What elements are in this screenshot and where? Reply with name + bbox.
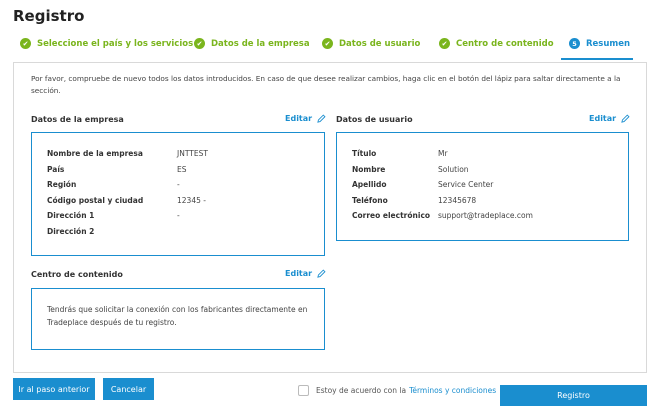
- content-center-section-title: Centro de contenido: [31, 270, 123, 279]
- edit-label: Editar: [285, 269, 313, 278]
- step-label: Datos de usuario: [339, 38, 421, 49]
- field-label: Nombre: [352, 164, 386, 174]
- edit-user-button[interactable]: Editar: [589, 114, 630, 123]
- step-label: Centro de contenido: [456, 38, 554, 49]
- step-label: Resumen: [586, 38, 631, 49]
- field-value: -: [177, 211, 180, 220]
- step-user-data[interactable]: ✔ Datos de usuario: [322, 38, 420, 49]
- edit-company-button[interactable]: Editar: [285, 114, 326, 123]
- pencil-icon: [317, 114, 326, 123]
- field-label: Región: [47, 180, 77, 189]
- field-value: Service Center: [438, 180, 494, 189]
- field-label: Título: [352, 149, 377, 158]
- field-value: 12345 -: [177, 195, 206, 205]
- field-value: support@tradeplace.com: [438, 211, 533, 220]
- page-title: Registro: [13, 7, 85, 25]
- step-content-center[interactable]: ✔ Centro de contenido: [439, 38, 554, 49]
- register-button[interactable]: Registro: [500, 385, 647, 406]
- user-values: Mr Solution Service Center 12345678 supp…: [438, 146, 533, 224]
- field-label: Correo electrónico: [352, 211, 431, 220]
- step-number-badge: 5: [569, 38, 580, 49]
- company-keys: Nombre de la empresa País Región Código …: [47, 146, 143, 239]
- check-icon: ✔: [439, 38, 450, 49]
- terms-agreement: Estoy de acuerdo con la Términos y condi…: [298, 385, 496, 396]
- user-section-title: Datos de usuario: [336, 115, 413, 124]
- check-icon: ✔: [194, 38, 205, 49]
- user-keys: Título Nombre Apellido Teléfono Correo e…: [352, 146, 430, 224]
- step-label: Datos de la empresa: [211, 38, 310, 49]
- wizard-steps: ✔ Seleccione el país y los servicios ✔ D…: [0, 38, 670, 60]
- cancel-button[interactable]: Cancelar: [103, 378, 154, 400]
- check-icon: ✔: [20, 38, 31, 49]
- field-label: País: [47, 164, 65, 174]
- terms-link[interactable]: Términos y condiciones: [409, 386, 496, 395]
- active-step-underline: [561, 58, 633, 60]
- field-value: 12345678: [438, 195, 477, 205]
- terms-checkbox[interactable]: [298, 385, 309, 396]
- edit-content-center-button[interactable]: Editar: [285, 269, 326, 278]
- content-center-note: Tendrás que solicitar la conexión con lo…: [47, 305, 308, 327]
- previous-step-button[interactable]: Ir al paso anterior: [13, 378, 95, 400]
- field-label: Apellido: [352, 180, 387, 189]
- intro-text: Por favor, compruebe de nuevo todos los …: [31, 74, 621, 95]
- company-section-title: Datos de la empresa: [31, 115, 124, 124]
- company-values: JNTTEST ES - 12345 - -: [177, 146, 208, 224]
- field-value: -: [177, 180, 180, 189]
- step-company-data[interactable]: ✔ Datos de la empresa: [194, 38, 310, 49]
- check-icon: ✔: [322, 38, 333, 49]
- field-label: Dirección 2: [47, 226, 95, 236]
- step-summary[interactable]: 5 Resumen: [569, 38, 630, 49]
- field-value: JNTTEST: [177, 149, 208, 158]
- field-label: Código postal y ciudad: [47, 195, 144, 205]
- field-value: ES: [177, 164, 187, 174]
- step-label: Seleccione el país y los servicios: [37, 38, 194, 49]
- edit-label: Editar: [589, 114, 617, 123]
- field-label: Teléfono: [352, 195, 388, 205]
- field-value: Solution: [438, 164, 469, 174]
- field-label: Nombre de la empresa: [47, 149, 143, 158]
- step-country-services[interactable]: ✔ Seleccione el país y los servicios: [20, 38, 193, 49]
- field-label: Dirección 1: [47, 211, 95, 220]
- edit-label: Editar: [285, 114, 313, 123]
- pencil-icon: [317, 269, 326, 278]
- terms-text: Estoy de acuerdo con la: [316, 386, 407, 395]
- field-value: Mr: [438, 149, 448, 158]
- pencil-icon: [621, 114, 630, 123]
